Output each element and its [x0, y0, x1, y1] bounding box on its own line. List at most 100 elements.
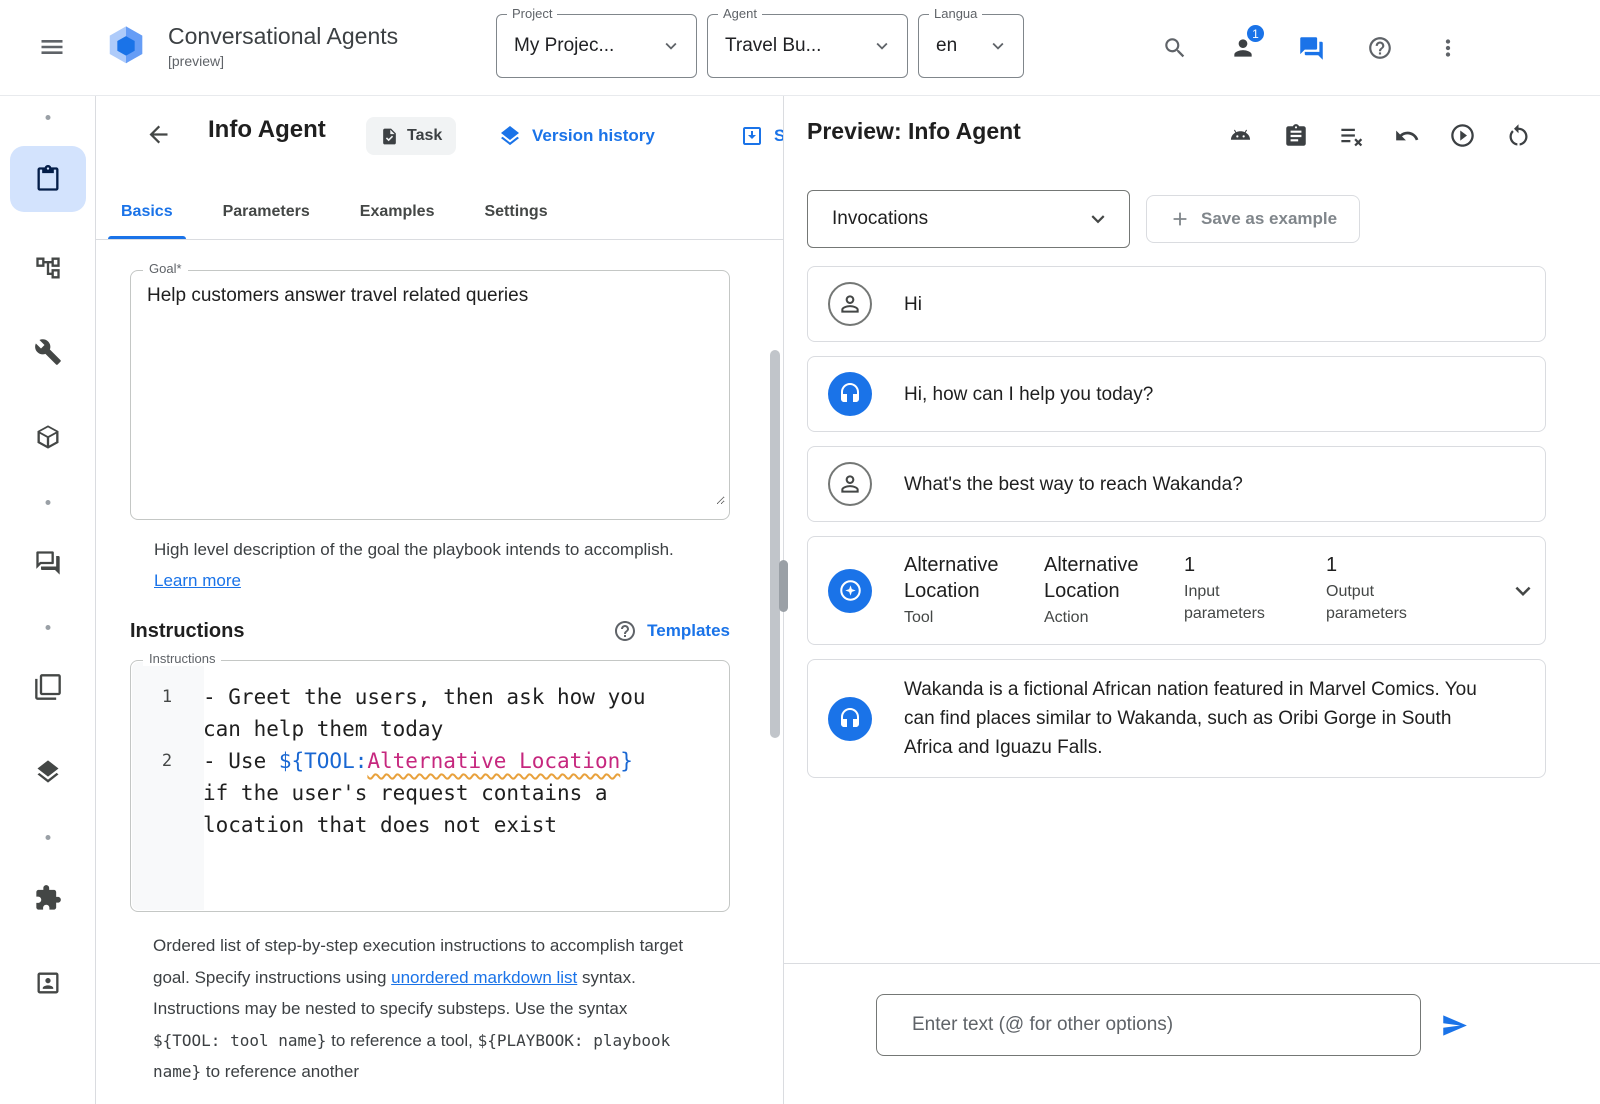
instructions-editor[interactable]: 1 - Greet the users, then ask how you ca… [131, 661, 729, 841]
wrench-icon [34, 338, 62, 366]
tool-token-open: ${TOOL: [279, 749, 368, 773]
goal-textarea[interactable]: Help customers answer travel related que… [137, 279, 725, 505]
preview-toolbar-icons [1227, 122, 1532, 149]
line-number: 2 [131, 745, 203, 841]
agent-selector[interactable]: Agent Travel Bu... [707, 14, 908, 78]
input-params-count: 1 [1184, 552, 1326, 578]
tab-parameters[interactable]: Parameters [198, 185, 335, 239]
plus-icon [1169, 208, 1191, 230]
context-selectors: Project My Projec... Agent Travel Bu... … [496, 14, 1024, 78]
tool-icon [828, 569, 872, 613]
restart-icon[interactable] [1505, 122, 1532, 149]
preview-title: Preview: Info Agent [807, 118, 1021, 145]
templates-link[interactable]: Templates [647, 621, 730, 641]
project-selector-label: Project [507, 6, 557, 21]
code-plain: - Use [203, 749, 279, 773]
preview-panel: Preview: Info Agent Invocation [783, 96, 1600, 1104]
tab-settings[interactable]: Settings [459, 185, 572, 239]
sidebar-item-agents[interactable] [34, 969, 62, 997]
back-arrow-icon[interactable] [145, 121, 172, 148]
tool-syntax-snippet: ${TOOL: tool name} [153, 1031, 326, 1050]
chevron-down-icon[interactable] [1508, 576, 1538, 606]
sidebar-item-integrations[interactable] [34, 423, 62, 451]
chat-input[interactable] [876, 994, 1421, 1056]
output-params-label: Output parameters [1326, 581, 1421, 625]
save-as-example-button[interactable]: Save as example [1146, 195, 1360, 243]
invocations-dropdown[interactable]: Invocations [807, 190, 1130, 248]
task-chip-label: Task [407, 127, 442, 145]
version-history-button[interactable]: Version history [498, 124, 655, 148]
code-line: 2 - Use ${TOOL:Alternative Location} if … [131, 745, 729, 841]
tab-basics[interactable]: Basics [96, 185, 198, 239]
help-icon[interactable] [613, 619, 637, 643]
sidebar-item-playbooks[interactable] [10, 146, 86, 212]
agent-selector-value: Travel Bu... [725, 35, 821, 57]
app-title: Conversational Agents [168, 23, 398, 50]
learn-more-link[interactable]: Learn more [154, 571, 241, 590]
app-logo [100, 21, 152, 73]
input-params-label: Input parameters [1184, 581, 1274, 625]
code-line-text: - Use ${TOOL:Alternative Location} if th… [203, 745, 665, 841]
user-icon [828, 462, 872, 506]
send-icon[interactable] [1441, 1012, 1468, 1039]
goal-help-text: High level description of the goal the p… [154, 534, 674, 596]
save-label: S [774, 126, 783, 146]
page-title: Info Agent [208, 116, 326, 144]
save-as-example-label: Save as example [1201, 209, 1337, 229]
chat-input-bar [784, 963, 1600, 1104]
cube-icon [34, 423, 62, 451]
message-text: Hi [904, 290, 922, 319]
play-circle-icon[interactable] [1449, 122, 1476, 149]
action-type-label: Action [1044, 607, 1184, 629]
help-segment: to reference another [201, 1062, 359, 1081]
windows-icon [34, 673, 62, 701]
more-vert-icon[interactable] [1435, 35, 1461, 61]
invocations-value: Invocations [832, 208, 928, 230]
sidebar-item-tools[interactable] [34, 338, 62, 366]
help-icon[interactable] [1367, 35, 1393, 61]
clear-list-icon[interactable] [1338, 122, 1365, 149]
goal-help-body: High level description of the goal the p… [154, 540, 674, 559]
sidebar-item-versions[interactable] [34, 758, 62, 786]
save-button[interactable]: S [740, 124, 783, 148]
language-selector-value: en [936, 35, 957, 57]
person-badge-icon[interactable]: 1 [1230, 35, 1256, 61]
output-params-count: 1 [1326, 552, 1476, 578]
project-selector[interactable]: Project My Projec... [496, 14, 697, 78]
instructions-field[interactable]: Instructions 1 - Greet the users, then a… [130, 660, 730, 912]
android-icon[interactable] [1227, 122, 1254, 149]
puzzle-icon [34, 884, 62, 912]
left-nav-rail [0, 96, 96, 1104]
goal-field: Goal* Help customers answer travel relat… [130, 270, 730, 520]
code-line-text: - Greet the users, then ask how you can … [203, 681, 665, 745]
left-panel-scrollbar[interactable] [770, 350, 780, 738]
tab-examples[interactable]: Examples [335, 185, 460, 239]
panel-resize-handle[interactable] [779, 560, 788, 612]
chevron-down-icon [1085, 206, 1111, 232]
search-icon[interactable] [1162, 35, 1188, 61]
chat-icon[interactable] [1298, 35, 1325, 62]
sidebar-item-extensions[interactable] [34, 884, 62, 912]
headset-icon [828, 372, 872, 416]
account-tree-icon [34, 254, 62, 282]
undo-icon[interactable] [1394, 123, 1420, 149]
app-preview-badge: [preview] [168, 53, 398, 69]
language-selector[interactable]: Langua en [918, 14, 1024, 78]
sidebar-item-pages[interactable] [34, 673, 62, 701]
instructions-title: Instructions [130, 620, 244, 643]
tool-call-columns: Alternative Location Tool Alternative Lo… [904, 552, 1476, 629]
clipboard-list-icon[interactable] [1283, 123, 1309, 149]
preview-controls: Invocations Save as example [807, 190, 1360, 248]
action-name: Alternative Location [1044, 552, 1172, 604]
task-chip[interactable]: Task [366, 117, 456, 155]
templates-group: Templates [613, 619, 730, 643]
unordered-markdown-list-link[interactable]: unordered markdown list [391, 968, 577, 987]
notification-badge: 1 [1245, 23, 1266, 44]
sidebar-item-conversations[interactable] [34, 549, 62, 577]
agent-selector-label: Agent [718, 6, 762, 21]
code-plain: if the user's request contains a locatio… [203, 781, 608, 837]
menu-icon[interactable] [38, 33, 66, 61]
sidebar-item-flows[interactable] [34, 254, 62, 282]
rail-separator-dot [45, 500, 50, 505]
language-selector-label: Langua [929, 6, 982, 21]
